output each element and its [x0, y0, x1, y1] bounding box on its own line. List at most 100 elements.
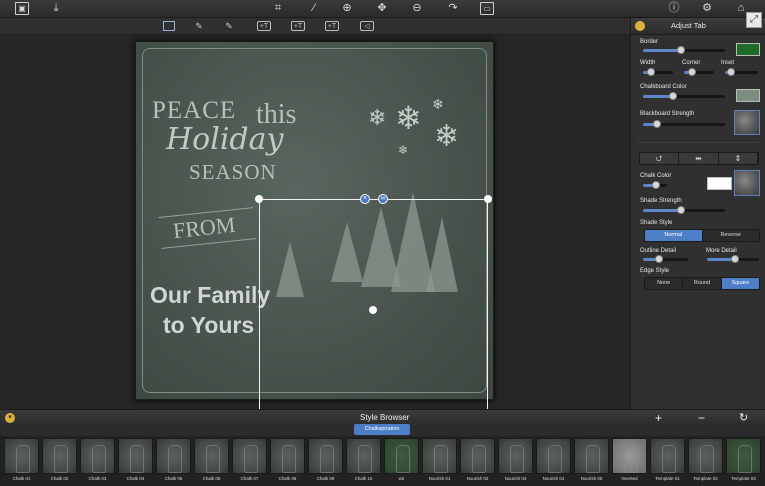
style-thumbnail[interactable]: Template 02	[687, 438, 724, 484]
add-text-2-icon[interactable]: +T	[291, 21, 305, 31]
outline-detail-label: Outline Detail	[640, 248, 677, 254]
pen-tool-2-icon[interactable]: ✎	[220, 21, 238, 31]
refresh-icon[interactable]: ↻	[739, 412, 748, 424]
resize-handle[interactable]	[255, 195, 263, 203]
brush-icon[interactable]: ⁄	[307, 2, 321, 15]
snowflake-icon: ❄	[368, 105, 387, 130]
chalk-text-peace: PEACE	[152, 97, 237, 124]
zoom-out-icon[interactable]: ⊖	[410, 2, 424, 15]
flip-vertical-icon[interactable]: ⇕	[718, 153, 758, 164]
style-thumbnail[interactable]: Nourish 02	[459, 438, 496, 484]
zoom-in-icon[interactable]: ⊕	[340, 2, 354, 15]
style-thumbnail[interactable]: Nourish 05	[573, 438, 610, 484]
style-thumbnail[interactable]: Nourish 04	[535, 438, 572, 484]
add-text-3-icon[interactable]: +T	[325, 21, 339, 31]
rotate-icon[interactable]: ⮍	[640, 153, 680, 164]
chalk-text-to-yours: to Yours	[163, 312, 255, 338]
border-color-swatch[interactable]	[736, 43, 760, 56]
chalkboard-color-slider[interactable]	[643, 92, 725, 100]
orientation-buttons: ⮍ ⇹ ⇕	[639, 152, 759, 165]
canvas-area[interactable]: PEACE this Holiday SEASON FROM Our Famil…	[0, 35, 630, 425]
style-thumbnail[interactable]: Chalk 07	[231, 438, 268, 484]
resize-handle[interactable]	[484, 195, 492, 203]
shade-style-normal[interactable]: Normal	[645, 230, 703, 241]
link-selection-icon[interactable]: ∞	[378, 194, 388, 204]
border-label: Border	[640, 39, 659, 45]
style-thumbnail[interactable]: Template 01	[649, 438, 686, 484]
info-icon[interactable]: ⓘ	[667, 2, 681, 15]
move-icon[interactable]: ✥	[375, 2, 389, 15]
chalk-texture-thumb[interactable]	[734, 170, 760, 196]
shade-style-control: Normal Reverse	[644, 229, 760, 242]
width-label: Width	[640, 60, 656, 66]
flip-horizontal-icon[interactable]: ⇹	[679, 153, 719, 164]
more-detail-slider[interactable]	[707, 255, 759, 263]
adjust-panel: Adjust Tab ⤢ Border Width Corner Inset C…	[630, 12, 765, 409]
collapse-browser-icon[interactable]: ▾	[5, 413, 15, 423]
crop-icon[interactable]: ⌗	[271, 2, 285, 15]
style-thumbnail[interactable]: Inverted	[611, 438, 648, 484]
style-thumbnail[interactable]: Chalk 10	[345, 438, 382, 484]
style-thumbnail[interactable]: Chalk 08	[269, 438, 306, 484]
style-thumbnail[interactable]: Nourish 03	[497, 438, 534, 484]
style-thumbnail[interactable]: Nourish 01	[421, 438, 458, 484]
chalk-color-swatch[interactable]	[707, 177, 732, 190]
chalk-color-label: Chalk Color	[640, 173, 672, 179]
chalk-text-our-family: Our Family	[150, 282, 271, 308]
fullscreen-icon[interactable]: ⤢	[746, 12, 762, 28]
inset-slider[interactable]	[725, 68, 758, 76]
chalkboard-color-swatch[interactable]	[736, 89, 760, 102]
edge-style-square[interactable]: Square	[721, 278, 759, 289]
add-style-button[interactable]: +	[655, 412, 662, 424]
style-thumbnail[interactable]: Chalk 01	[3, 438, 40, 484]
shade-strength-slider[interactable]	[643, 206, 725, 214]
style-thumbnail[interactable]: Chalk 02	[41, 438, 78, 484]
edge-style-label: Edge Style	[640, 268, 670, 274]
snowflake-icon: ❄	[398, 143, 409, 157]
shade-strength-label: Shade Strength	[640, 198, 682, 204]
inset-label: Inset	[721, 60, 735, 66]
blackboard-strength-slider[interactable]	[643, 120, 725, 128]
snowflake-icon: ❄	[395, 100, 422, 136]
width-slider[interactable]	[643, 68, 673, 76]
remove-style-button[interactable]: −	[698, 412, 705, 424]
center-handle[interactable]	[369, 306, 377, 314]
category-chalkspiration[interactable]: Chalkspiration	[354, 424, 410, 435]
shade-style-label: Shade Style	[640, 220, 673, 226]
panel-header: Adjust Tab ⤢	[631, 12, 765, 35]
tag-icon[interactable]: ◁	[360, 21, 374, 31]
delete-selection-icon[interactable]: ×	[360, 194, 370, 204]
style-thumbnail[interactable]: Chalk 04	[117, 438, 154, 484]
import-icon[interactable]: ⤓	[49, 2, 63, 15]
gear-icon[interactable]: ⚙	[700, 2, 714, 15]
shade-style-reverse[interactable]: Reverse	[702, 230, 759, 241]
select-rect-icon[interactable]	[163, 21, 175, 31]
tools-toolbar: ✎ ✎ +T +T +T ◁	[0, 18, 630, 35]
export-icon[interactable]: ▭	[480, 2, 494, 15]
blackboard-texture-thumb[interactable]	[734, 110, 760, 135]
style-browser-title: Style Browser	[360, 413, 410, 422]
border-slider[interactable]	[643, 46, 725, 54]
info-button[interactable]	[635, 21, 645, 31]
main-toolbar: ▣ ⤓ ⌗ ⁄ ⊕ ✥ ⊖ ↷ ▭ ⓘ ⚙ ⌂	[0, 0, 765, 18]
add-text-icon[interactable]: +T	[257, 21, 271, 31]
style-thumbnail[interactable]: w2	[383, 438, 420, 484]
edge-style-round[interactable]: Round	[683, 278, 722, 289]
edge-style-none[interactable]: None	[645, 278, 684, 289]
divider	[637, 142, 759, 143]
style-thumbnail[interactable]: Chalk 03	[79, 438, 116, 484]
photo-icon[interactable]: ▣	[15, 2, 29, 15]
panel-title: Adjust Tab	[671, 21, 706, 30]
style-thumbnail[interactable]: Chalk 05	[155, 438, 192, 484]
corner-slider[interactable]	[684, 68, 714, 76]
style-thumbnail[interactable]: Template 03	[725, 438, 762, 484]
style-thumbnail[interactable]: Chalk 09	[307, 438, 344, 484]
pen-tool-icon[interactable]: ✎	[190, 21, 208, 31]
redo-icon[interactable]: ↷	[446, 2, 460, 15]
chalk-color-slider[interactable]	[643, 181, 667, 189]
blackboard-strength-label: Blackboard Strength	[640, 111, 695, 117]
style-thumbnail[interactable]: Chalk 06	[193, 438, 230, 484]
style-thumbnails: Chalk 01 Chalk 02 Chalk 03 Chalk 04 Chal…	[0, 436, 765, 486]
snowflake-icon: ❄	[432, 96, 444, 112]
outline-detail-slider[interactable]	[643, 255, 688, 263]
